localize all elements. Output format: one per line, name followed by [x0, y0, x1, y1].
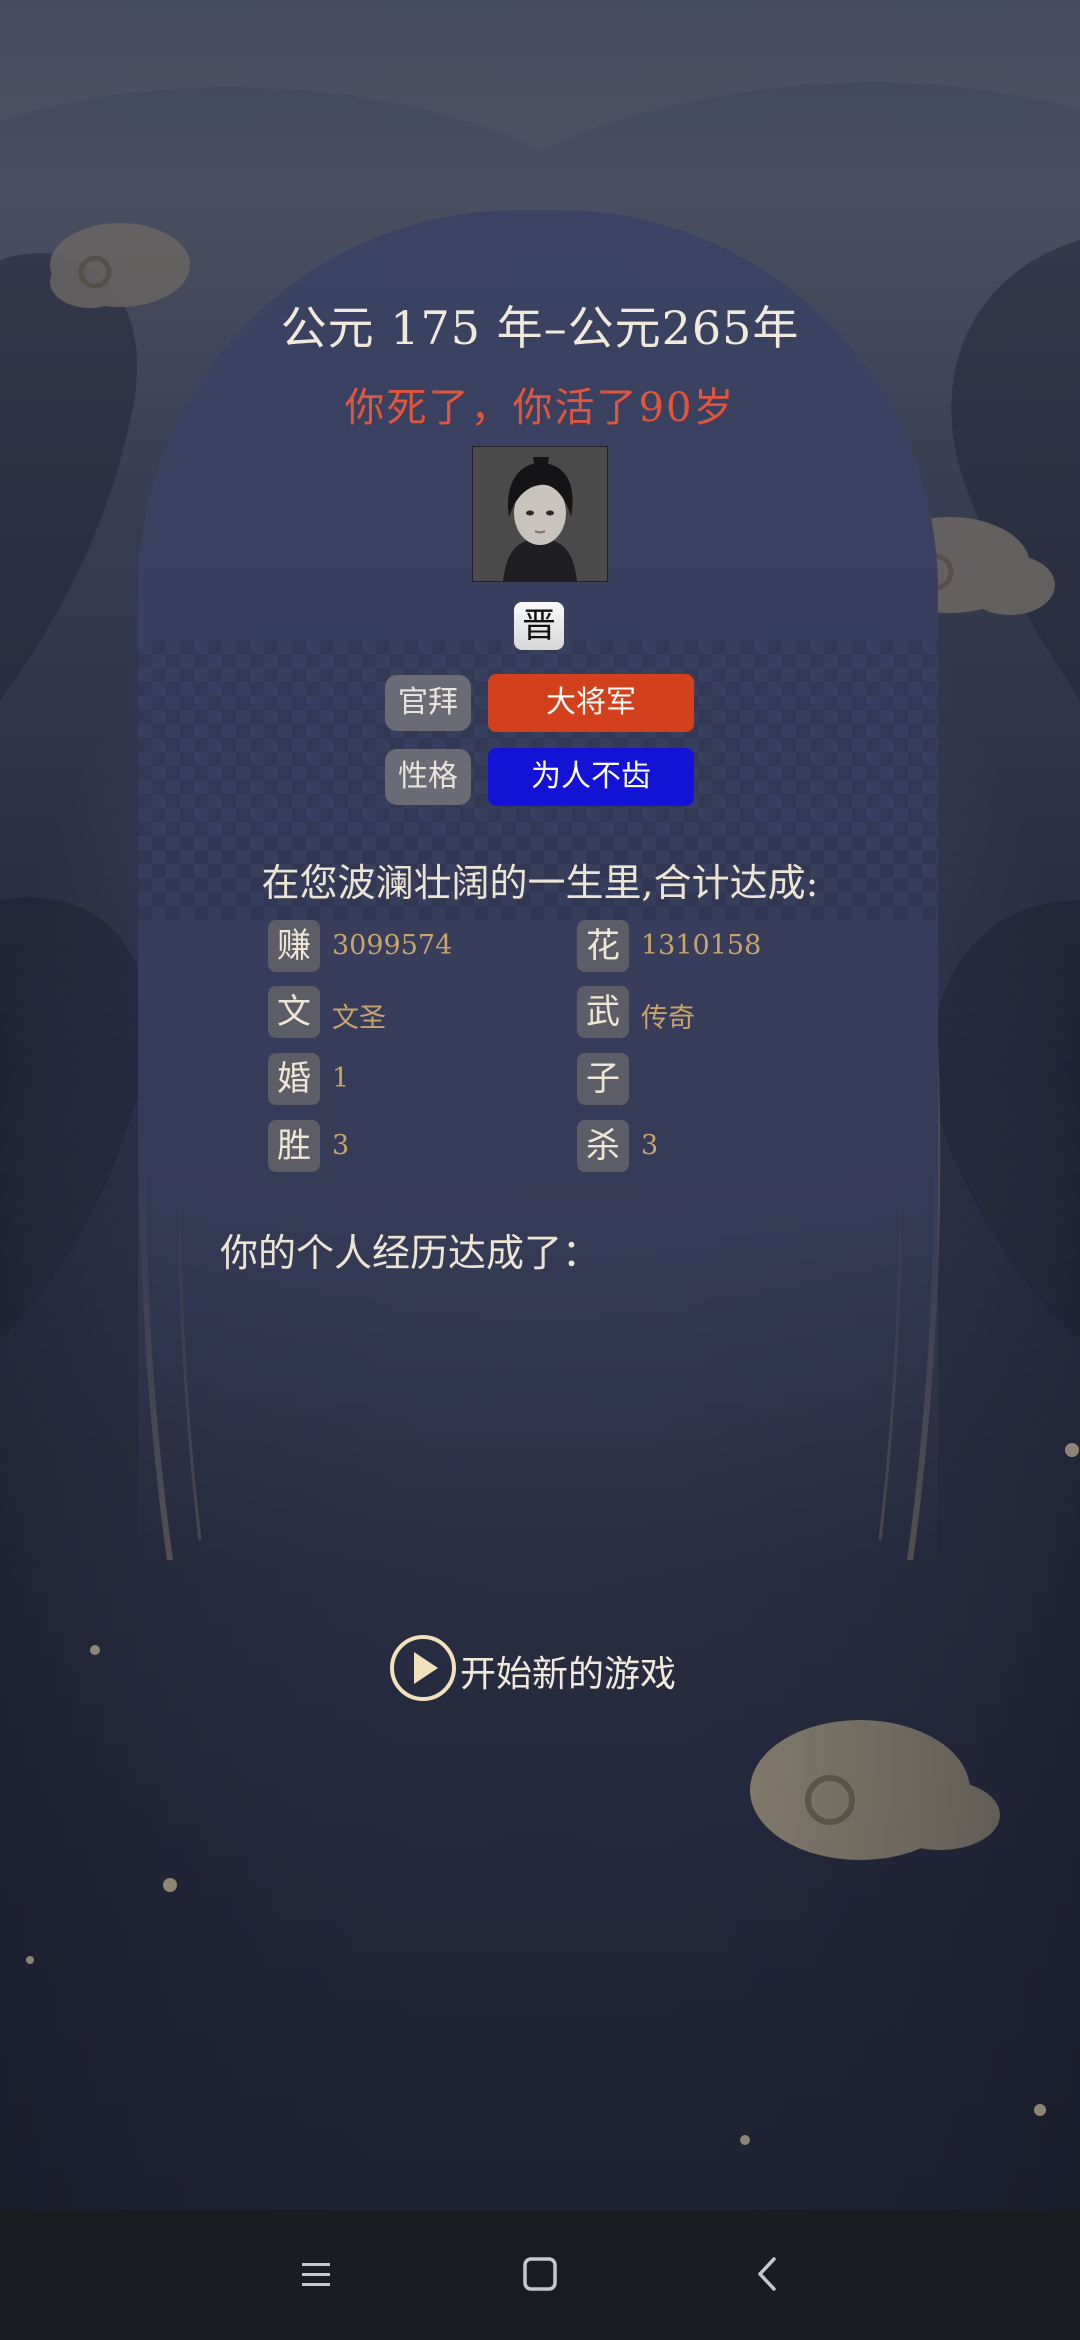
summary-intro: 在您波澜壮阔的一生里,合计达成: [261, 861, 819, 905]
play-circle-icon[interactable] [390, 1635, 456, 1701]
personality-value: 为人不齿 [488, 748, 694, 806]
stat-key: 杀 [577, 1120, 629, 1172]
character-portrait [472, 446, 608, 582]
stat-value: 3099574 [332, 930, 453, 961]
back-chevron-icon[interactable] [728, 2235, 808, 2315]
stat-value: 1310158 [641, 930, 762, 961]
stat-key: 武 [577, 986, 629, 1038]
stat-value: 1 [332, 1063, 350, 1094]
stat-key: 花 [577, 920, 629, 972]
menu-icon[interactable] [276, 2235, 356, 2315]
date-range: 公元 175 年–公元265年 [280, 301, 800, 355]
official-rank-value: 大将军 [488, 674, 694, 732]
stat-key: 胜 [268, 1120, 320, 1172]
portrait-image [473, 447, 607, 581]
stat-value: 3 [332, 1130, 350, 1161]
stat-key: 婚 [268, 1053, 320, 1105]
home-square-icon[interactable] [500, 2235, 580, 2315]
dynasty-badge: 晋 [514, 602, 564, 650]
new-game-label[interactable]: 开始新的游戏 [460, 1645, 676, 1697]
stat-value: 传奇 [641, 1003, 695, 1034]
experience-label: 你的个人经历达成了： [220, 1231, 601, 1275]
stat-key: 赚 [268, 920, 320, 972]
death-message: 你死了，你活了90岁 [344, 385, 736, 431]
new-game-button[interactable]: 开始新的游戏 [390, 1635, 710, 1701]
stat-key: 子 [577, 1053, 629, 1105]
system-nav-bar [0, 2210, 1080, 2340]
stat-key: 文 [268, 986, 320, 1038]
stat-value: 3 [641, 1130, 659, 1161]
personality-label: 性格 [385, 749, 471, 805]
official-rank-label: 官拜 [385, 675, 471, 731]
stat-value: 文圣 [332, 1003, 386, 1034]
